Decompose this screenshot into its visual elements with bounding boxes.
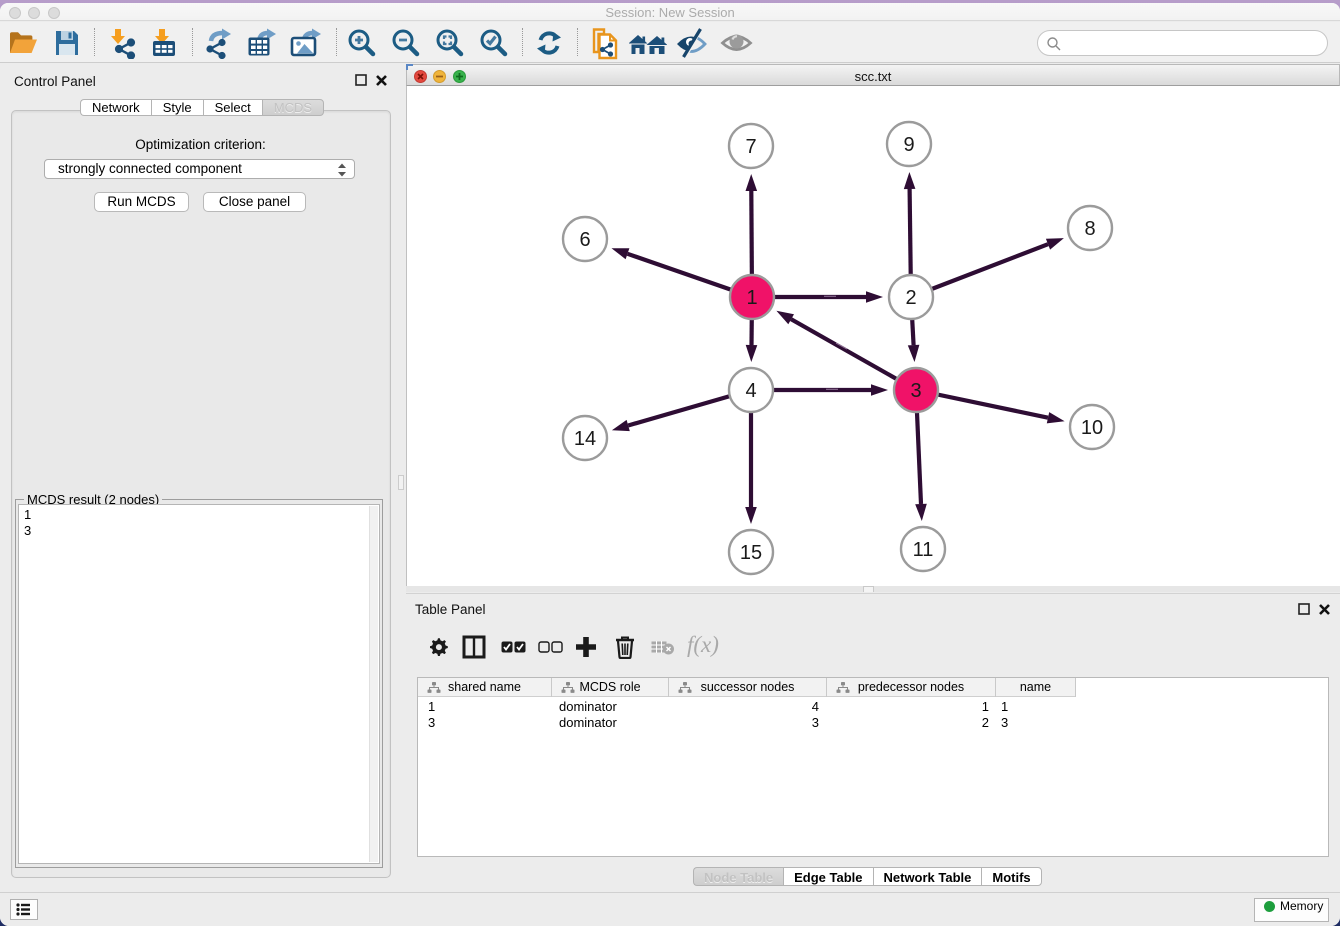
svg-text:3: 3: [910, 380, 921, 402]
svg-text:14: 14: [574, 428, 596, 450]
svg-text:7: 7: [745, 136, 756, 158]
svg-text:10: 10: [1081, 417, 1103, 439]
svg-text:1: 1: [746, 287, 757, 309]
svg-text:4: 4: [745, 380, 756, 402]
svg-text:6: 6: [579, 229, 590, 251]
svg-text:11: 11: [913, 539, 934, 561]
svg-text:15: 15: [740, 542, 762, 564]
svg-text:8: 8: [1084, 218, 1095, 240]
svg-text:9: 9: [903, 134, 914, 156]
svg-text:2: 2: [905, 287, 916, 309]
